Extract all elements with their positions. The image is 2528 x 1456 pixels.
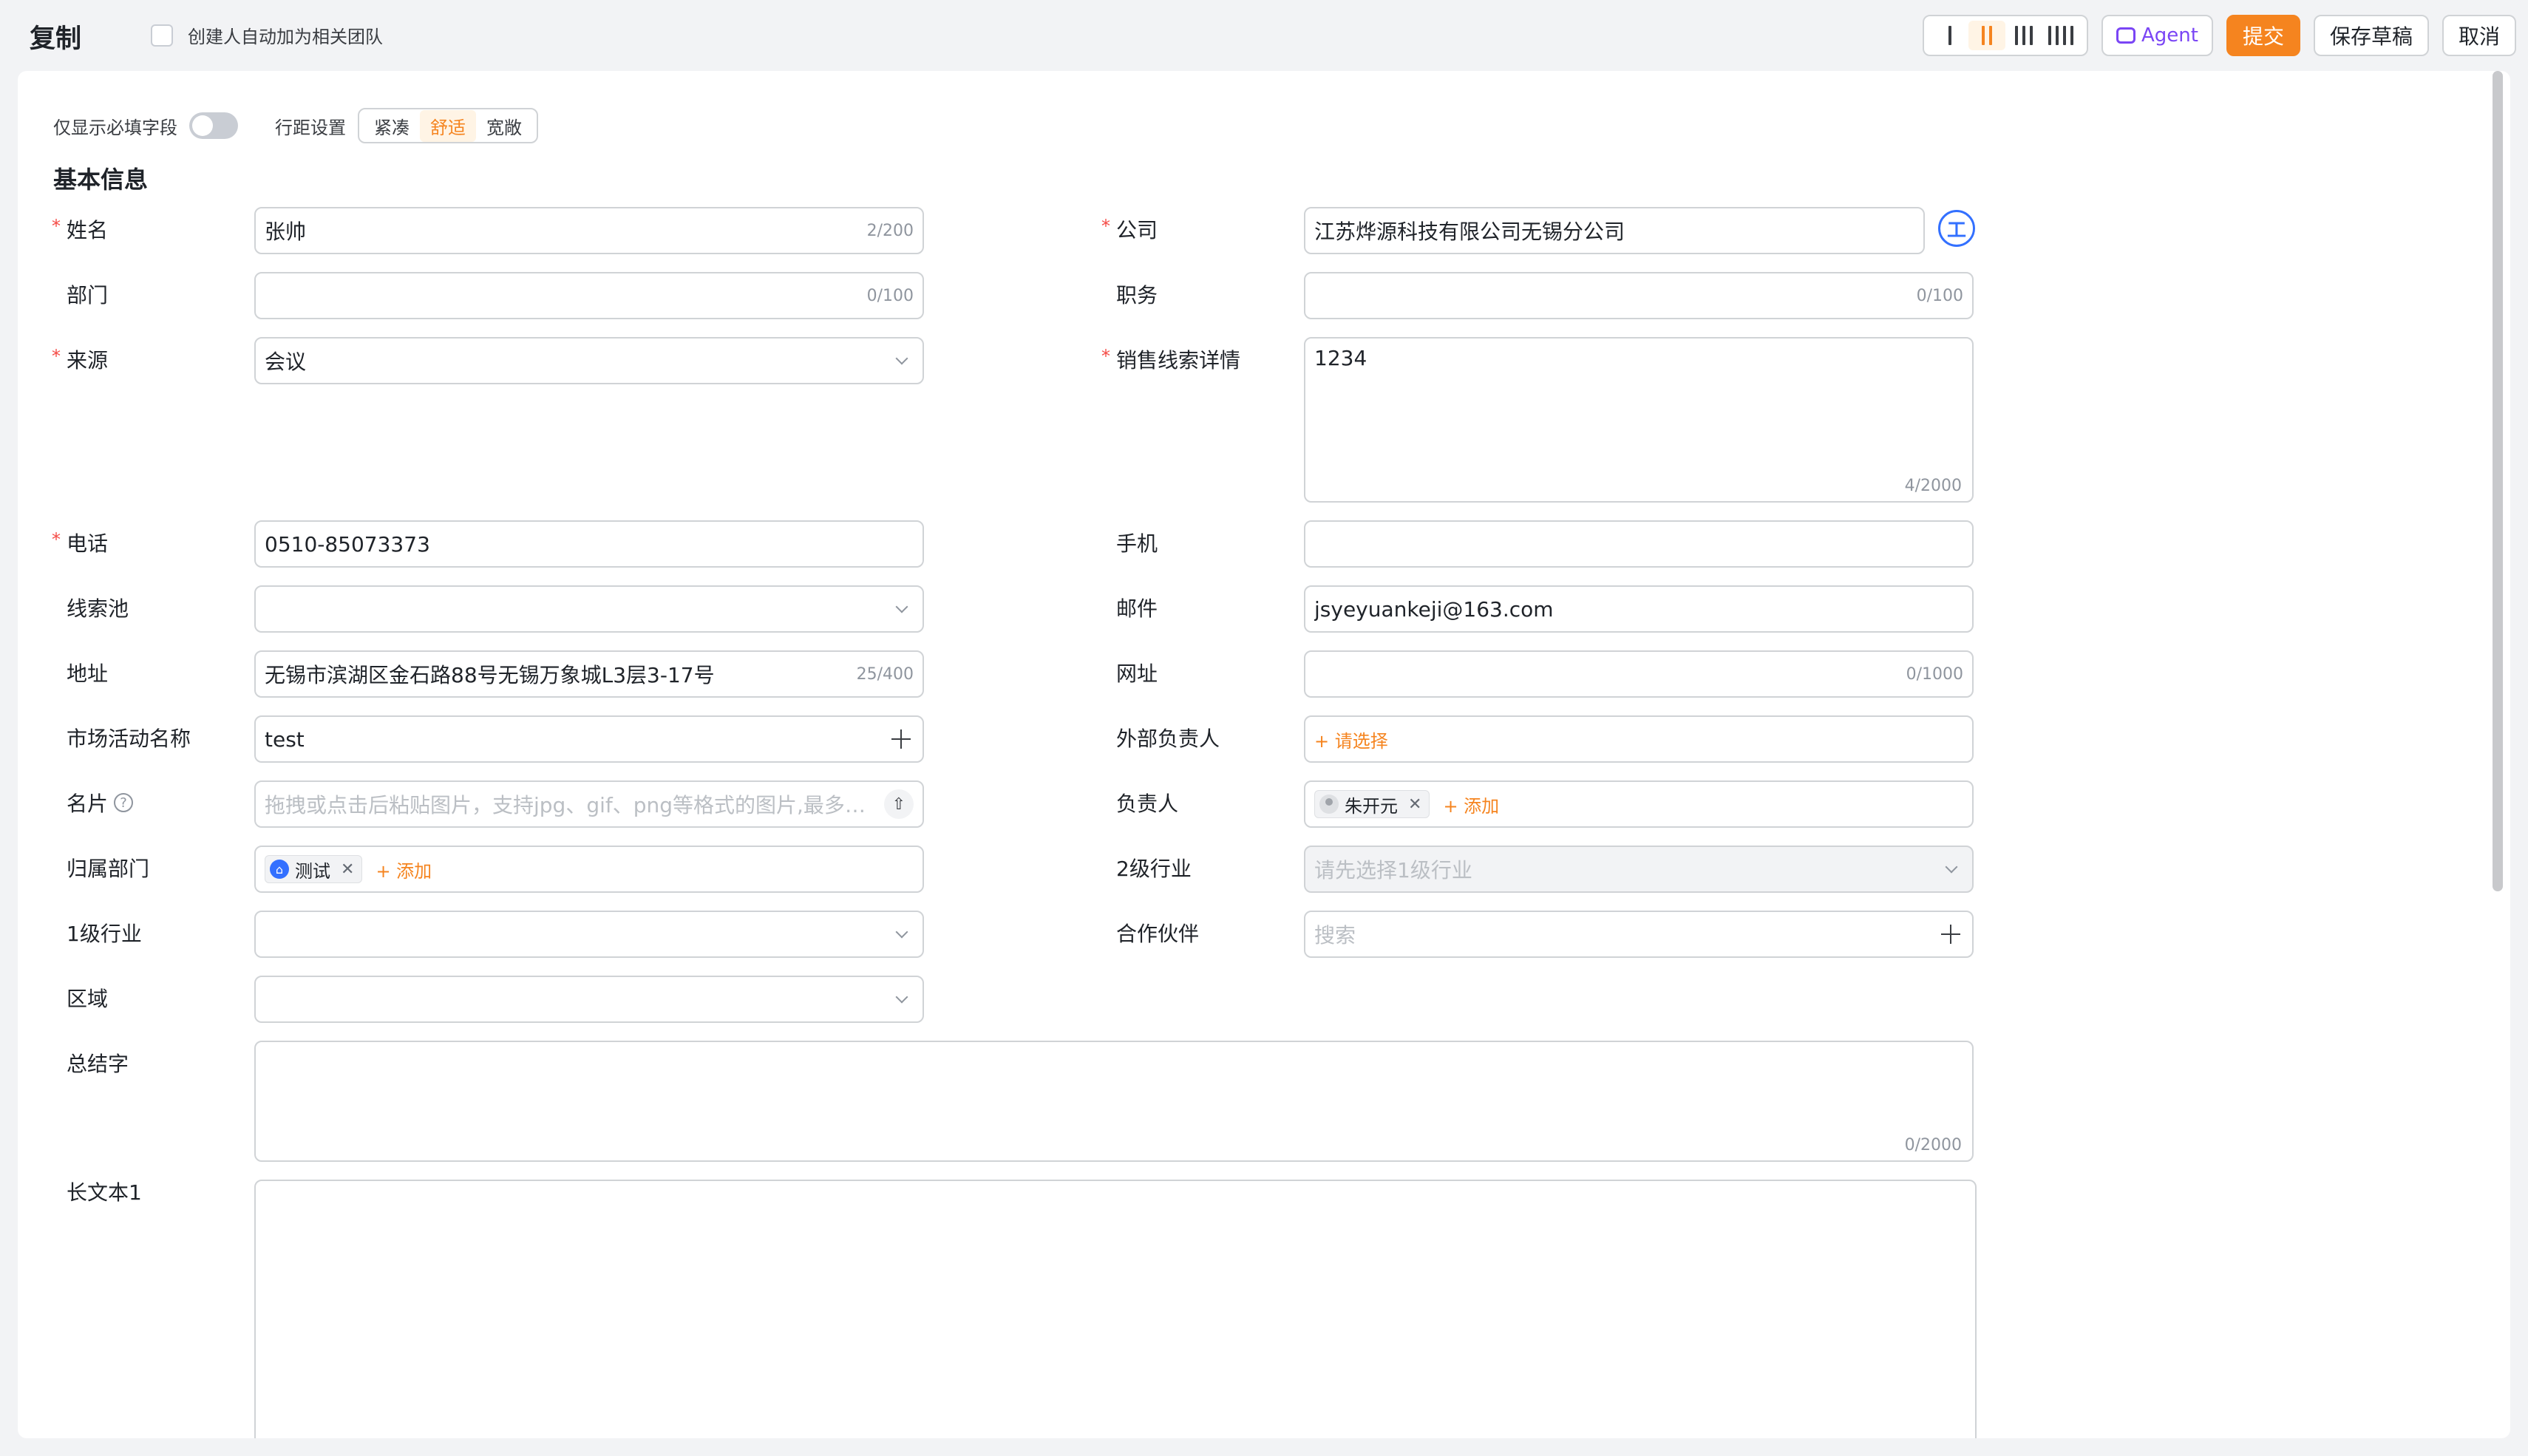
region-select[interactable] [254, 976, 924, 1023]
summary-textarea[interactable]: 0/2000 [254, 1041, 1974, 1162]
external-owner-field[interactable]: + 请选择 [1304, 715, 1974, 763]
auto-team-checkbox[interactable] [151, 24, 173, 47]
owner-dept-field[interactable]: ⌂ 测试 ✕ + 添加 [254, 846, 924, 893]
external-owner-label: 外部负责人 [1116, 727, 1220, 751]
campaign-field[interactable]: test [254, 715, 924, 763]
spacing-comfortable[interactable]: 舒适 [420, 109, 476, 142]
industry2-select: 请先选择1级行业 [1304, 846, 1974, 893]
column-layout-switch [1922, 15, 2088, 56]
owner-field[interactable]: 朱开元 ✕ + 添加 [1304, 780, 1974, 828]
website-label: 网址 [1116, 661, 1158, 686]
chevron-down-icon [895, 600, 908, 613]
industry1-select[interactable] [254, 911, 924, 958]
position-label: 职务 [1116, 283, 1158, 307]
auto-team-option[interactable]: 创建人自动加为相关团队 [151, 22, 383, 48]
robot-icon [2116, 27, 2135, 44]
lead-detail-label: * 销售线索详情 [1101, 346, 1241, 372]
company-field[interactable]: 江苏烨源科技有限公司无锡分公司 [1304, 207, 1925, 254]
position-field[interactable]: 0/100 [1304, 272, 1974, 319]
industry2-label: 2级行业 [1116, 857, 1192, 881]
mobile-field[interactable] [1304, 520, 1974, 568]
address-field[interactable]: 无锡市滨湖区金石路88号无锡万象城L3层3-17号 25/400 [254, 650, 924, 698]
cloud-upload-icon[interactable]: ⇧ [884, 789, 914, 819]
owner-label: 负责人 [1116, 792, 1179, 816]
form-card: 仅显示必填字段 行距设置 紧凑 舒适 宽敞 基本信息 * 姓名 张帅 2/200 … [18, 71, 2510, 1438]
spacing-loose[interactable]: 宽敞 [476, 110, 532, 142]
one-column-icon[interactable] [1931, 21, 1968, 50]
scrollbar[interactable] [2493, 71, 2503, 891]
lead-pool-select[interactable] [254, 585, 924, 633]
header-actions: Agent 提交 保存草稿 取消 [1922, 15, 2516, 56]
industry1-label: 1级行业 [67, 922, 142, 946]
owner-add-link[interactable]: + 添加 [1443, 792, 1499, 817]
help-icon[interactable]: ? [114, 793, 134, 812]
email-label: 邮件 [1116, 596, 1158, 621]
page-title: 复制 [30, 24, 82, 54]
external-owner-select-link[interactable]: + 请选择 [1314, 727, 1388, 752]
four-column-icon[interactable] [2042, 21, 2079, 50]
two-column-icon[interactable] [1968, 21, 2005, 50]
phone-field[interactable]: 0510-85073373 [254, 520, 924, 568]
source-label: * 来源 [52, 346, 109, 372]
chevron-down-icon [895, 925, 908, 939]
region-label: 区域 [67, 987, 109, 1011]
chevron-down-icon [895, 990, 908, 1004]
summary-label: 总结字 [67, 1052, 129, 1076]
source-select[interactable]: 会议 [254, 337, 924, 384]
mobile-label: 手机 [1116, 531, 1158, 556]
email-field[interactable]: jsyeyuankeji@163.com [1304, 585, 1974, 633]
submit-button[interactable]: 提交 [2226, 15, 2300, 56]
section-title: 基本信息 [53, 166, 149, 194]
lead-detail-textarea[interactable]: 1234 4/2000 [1304, 337, 1974, 503]
required-only-toggle[interactable] [189, 112, 238, 139]
user-avatar-icon [1319, 795, 1339, 814]
department-icon: ⌂ [270, 860, 289, 879]
department-label: 部门 [67, 283, 109, 307]
name-field[interactable]: 张帅 2/200 [254, 207, 924, 254]
cancel-button[interactable]: 取消 [2442, 15, 2516, 56]
plus-icon[interactable] [1941, 925, 1960, 944]
agent-button[interactable]: Agent [2101, 15, 2213, 56]
owner-dept-add-link[interactable]: + 添加 [376, 857, 432, 882]
row-spacing-selector: 紧凑 舒适 宽敞 [358, 108, 538, 143]
website-field[interactable]: 0/1000 [1304, 650, 1974, 698]
spacing-compact[interactable]: 紧凑 [364, 110, 420, 142]
partner-label: 合作伙伴 [1116, 922, 1200, 946]
longtext1-textarea[interactable] [254, 1180, 1977, 1438]
department-field[interactable]: 0/100 [254, 272, 924, 319]
company-label: * 公司 [1101, 216, 1158, 242]
longtext1-label: 长文本1 [67, 1180, 142, 1205]
card-label: 名片 ? [67, 788, 134, 817]
required-only-label: 仅显示必填字段 [53, 117, 177, 138]
chevron-down-icon [895, 352, 908, 365]
owner-dept-tag: ⌂ 测试 ✕ [265, 855, 363, 883]
remove-tag-icon[interactable]: ✕ [1408, 795, 1421, 814]
owner-dept-label: 归属部门 [67, 857, 150, 881]
form-toolbar: 仅显示必填字段 行距设置 紧凑 舒适 宽敞 [53, 108, 538, 143]
phone-label: * 电话 [52, 529, 109, 556]
remove-tag-icon[interactable]: ✕ [341, 860, 354, 879]
campaign-label: 市场活动名称 [67, 727, 191, 751]
company-info-icon[interactable]: 工 [1938, 210, 1975, 247]
row-spacing-label: 行距设置 [275, 117, 346, 138]
plus-icon[interactable] [891, 729, 911, 749]
partner-search-field[interactable]: 搜索 [1304, 911, 1974, 958]
three-column-icon[interactable] [2005, 21, 2042, 50]
name-label: * 姓名 [52, 216, 109, 242]
auto-team-label: 创建人自动加为相关团队 [188, 27, 383, 47]
lead-pool-label: 线索池 [67, 596, 129, 621]
save-draft-button[interactable]: 保存草稿 [2313, 15, 2429, 56]
address-label: 地址 [67, 661, 109, 686]
owner-tag: 朱开元 ✕ [1314, 790, 1430, 818]
header-bar: 复制 创建人自动加为相关团队 Agent 提交 保存草稿 取消 [0, 0, 2528, 71]
card-upload-field[interactable]: 拖拽或点击后粘贴图片，支持jpg、gif、png等格式的图片,最多可... ⇧ [254, 780, 924, 828]
chevron-down-icon [1945, 860, 1958, 874]
